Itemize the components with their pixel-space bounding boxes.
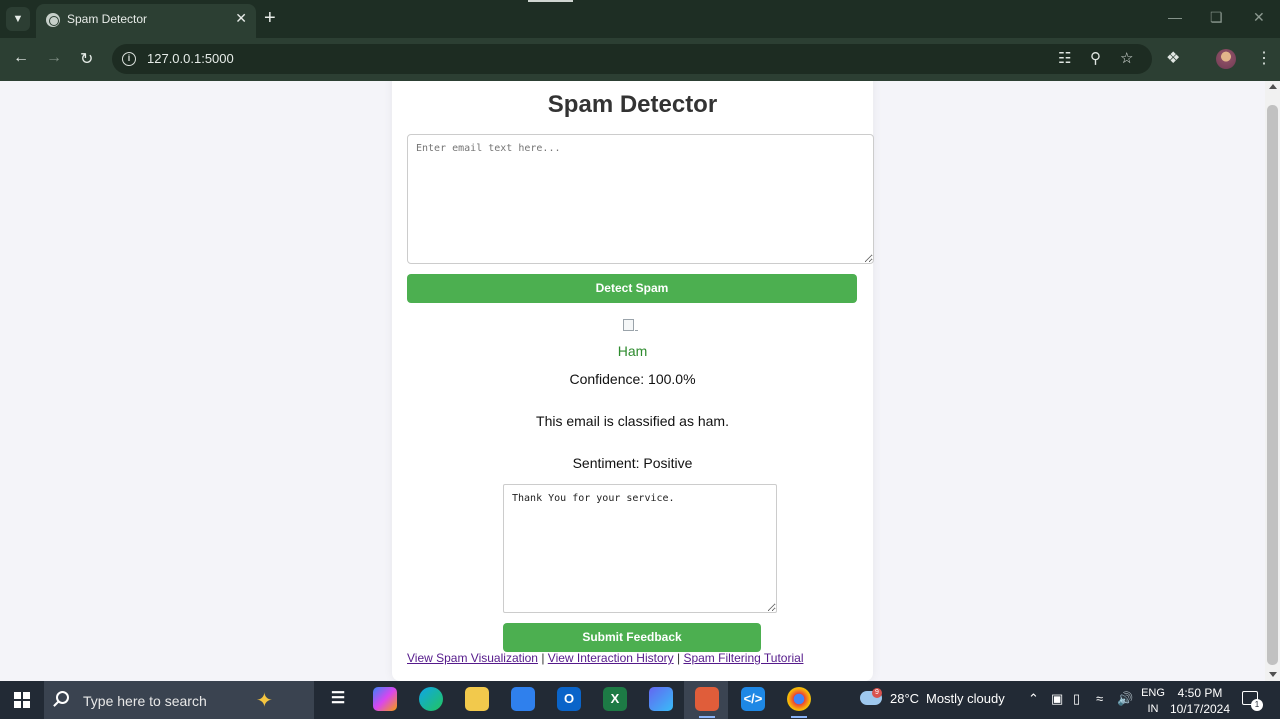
email-text-input[interactable] (407, 134, 874, 264)
weather-alert-badge: 9 (872, 688, 882, 698)
edge-browser-icon[interactable] (419, 687, 443, 711)
weather-temperature[interactable]: 28°C (890, 691, 919, 706)
feedback-input[interactable] (503, 484, 777, 613)
profile-avatar[interactable] (1216, 49, 1236, 69)
translate-icon[interactable]: ☷ (1058, 49, 1071, 67)
link-separator: | (676, 651, 681, 665)
site-info-icon[interactable]: i (122, 52, 136, 66)
task-view-icon[interactable]: ☰ (326, 687, 350, 711)
confidence-text: Confidence: 100.0% (569, 371, 696, 387)
result-image-broken (623, 319, 639, 335)
language-indicator[interactable]: ENG IN (1140, 685, 1166, 717)
link-spam-filtering-tutorial[interactable]: Spam Filtering Tutorial (683, 651, 803, 665)
extensions-puzzle-icon[interactable]: ❖ (1166, 48, 1180, 68)
sentiment-text: Sentiment: Positive (572, 455, 693, 471)
outlook-icon[interactable]: O (557, 687, 581, 711)
excel-icon[interactable]: X (603, 687, 627, 711)
battery-icon[interactable]: ▯ (1073, 691, 1080, 707)
weather-description[interactable]: Mostly cloudy (926, 691, 1005, 706)
detect-spam-button[interactable]: Detect Spam (407, 274, 857, 303)
scroll-thumb[interactable] (1267, 105, 1278, 665)
clock-date: 10/17/2024 (1169, 702, 1231, 716)
search-icon (56, 691, 69, 704)
wifi-icon[interactable]: ≈ (1096, 691, 1103, 706)
scroll-up-arrow-icon[interactable] (1269, 84, 1277, 89)
file-explorer-icon[interactable] (465, 687, 489, 711)
address-bar[interactable]: i 127.0.0.1:5000 ☷ ⚲ ☆ (112, 44, 1152, 74)
visual-studio-icon[interactable] (649, 687, 673, 711)
restore-icon[interactable]: ❏ (1210, 9, 1223, 26)
language-code: ENG (1141, 687, 1165, 699)
microsoft-store-icon[interactable] (511, 687, 535, 711)
new-tab-plus-icon[interactable]: + (264, 6, 276, 30)
minimize-icon[interactable]: — (1168, 9, 1182, 25)
globe-icon (46, 13, 60, 27)
browser-tab-bar: ▼ Spam Detector ✕ + — ❏ ✕ (0, 0, 1280, 38)
footer-links: View Spam Visualization | View Interacti… (407, 651, 803, 665)
clock-time: 4:50 PM (1177, 686, 1223, 700)
show-hidden-icons-chevron-icon[interactable]: ⌃ (1028, 691, 1039, 707)
tab-strip-indicator (528, 0, 573, 2)
url-text[interactable]: 127.0.0.1:5000 (147, 51, 234, 66)
reload-icon[interactable]: ↻ (80, 49, 93, 69)
tab-search-chevron-down-icon[interactable]: ▼ (6, 7, 30, 31)
scroll-down-arrow-icon[interactable] (1269, 672, 1277, 677)
link-interaction-history[interactable]: View Interaction History (548, 651, 674, 665)
link-separator: | (541, 651, 545, 665)
link-spam-visualization[interactable]: View Spam Visualization (407, 651, 538, 665)
vs-code-icon[interactable]: </> (741, 687, 765, 711)
submit-feedback-button[interactable]: Submit Feedback (503, 623, 761, 652)
page-viewport: Spam Detector Detect Spam Ham Confidence… (0, 81, 1265, 681)
app-icon[interactable] (695, 687, 719, 718)
browser-tab-spam-detector[interactable]: Spam Detector ✕ (36, 4, 256, 38)
sparkle-icon: ✦ (256, 690, 273, 712)
browser-toolbar: ← → ↻ i 127.0.0.1:5000 ☷ ⚲ ☆ ❖ ⋮ (0, 38, 1280, 81)
notification-count-badge: 1 (1251, 699, 1263, 711)
kebab-menu-icon[interactable]: ⋮ (1256, 48, 1272, 68)
back-arrow-icon[interactable]: ← (13, 49, 29, 67)
search-placeholder: Type here to search (83, 693, 207, 709)
result-label: Ham (617, 343, 648, 359)
windows-taskbar: Type here to search ✦ ☰ O X </> 9 28°C M… (0, 681, 1280, 719)
volume-icon[interactable]: 🔊 (1117, 691, 1133, 707)
window-close-icon[interactable]: ✕ (1253, 9, 1265, 26)
system-clock[interactable]: 4:50 PM 10/17/2024 (1168, 685, 1232, 717)
spam-detector-card: Spam Detector Detect Spam Ham Confidence… (392, 81, 874, 681)
forward-arrow-icon[interactable]: → (46, 49, 62, 67)
chrome-icon[interactable] (787, 687, 811, 718)
windows-start-icon[interactable] (14, 692, 30, 708)
tab-title: Spam Detector (67, 12, 148, 26)
close-icon[interactable]: ✕ (235, 10, 247, 27)
page-scrollbar[interactable] (1265, 81, 1280, 681)
meet-now-icon[interactable]: ▣ (1051, 691, 1063, 707)
copilot-icon[interactable] (373, 687, 397, 711)
page-title: Spam Detector (547, 91, 718, 118)
zoom-icon[interactable]: ⚲ (1090, 49, 1101, 67)
classification-text: This email is classified as ham. (536, 413, 729, 429)
bookmark-star-icon[interactable]: ☆ (1120, 49, 1133, 67)
taskbar-search-box[interactable]: Type here to search ✦ (44, 681, 314, 719)
region-code: IN (1147, 703, 1159, 715)
